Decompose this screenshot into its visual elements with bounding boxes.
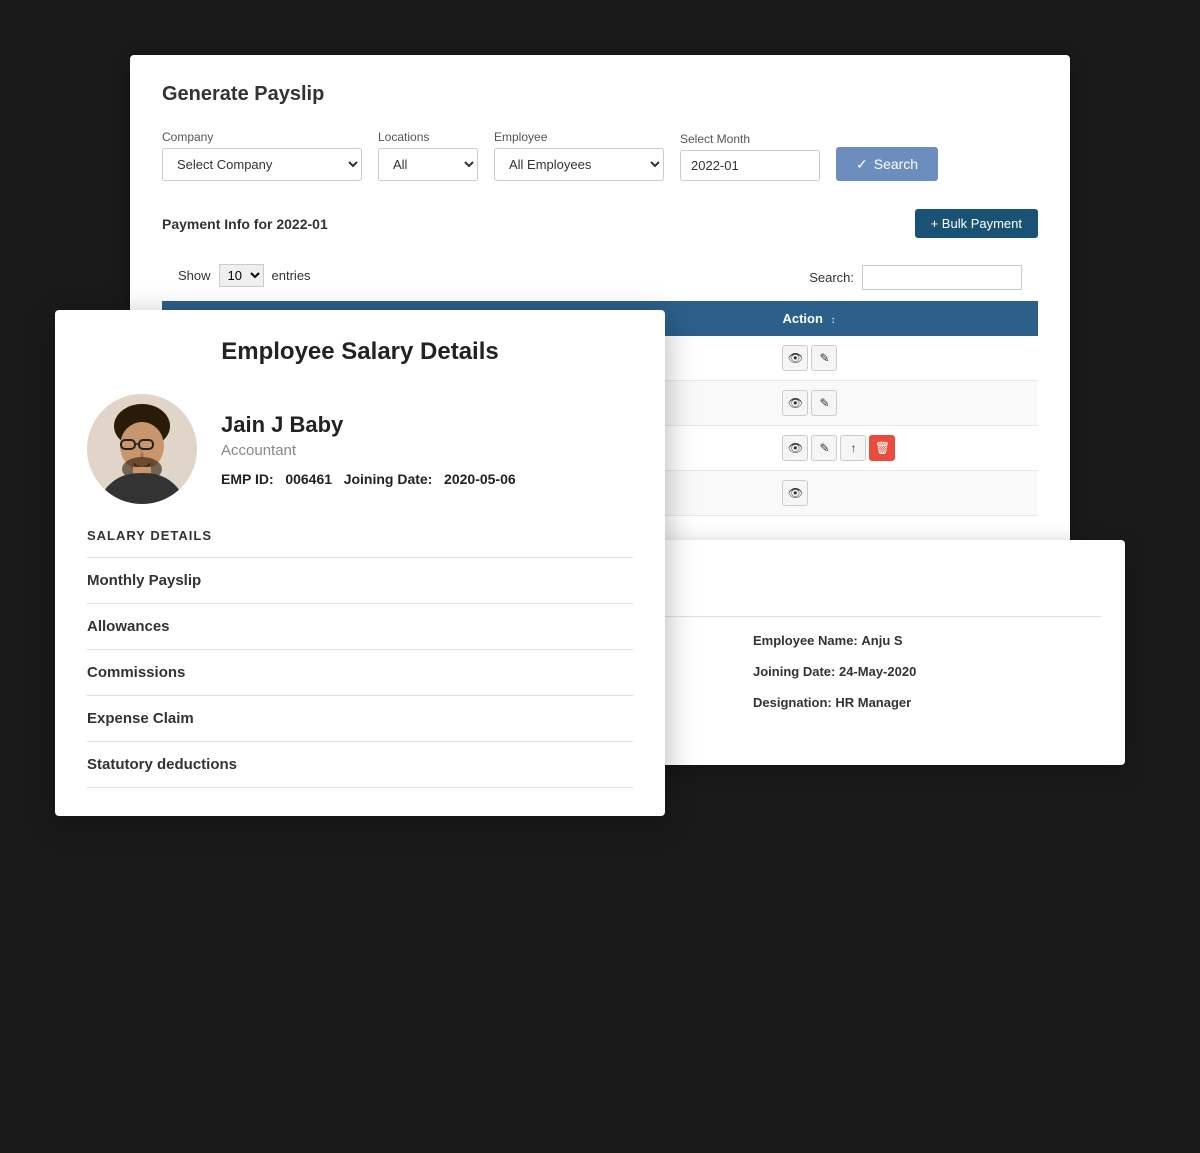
list-item-monthly[interactable]: Monthly Payslip xyxy=(87,558,633,604)
payment-info-text: Payment Info for 2022-01 xyxy=(162,216,328,232)
employee-filter-group: Employee All Employees xyxy=(494,130,664,181)
salary-details-panel: Employee Salary Details xyxy=(55,310,665,816)
employee-profile: Jain J Baby Accountant EMP ID: 006461 Jo… xyxy=(87,394,633,504)
edit-button[interactable]: ✎ xyxy=(811,435,837,461)
edit-button[interactable]: ✎ xyxy=(811,390,837,416)
avatar-svg xyxy=(87,394,197,504)
action-buttons: 👁 ✎ xyxy=(782,345,1026,371)
list-item-commissions[interactable]: Commissions xyxy=(87,650,633,696)
company-filter-group: Company Select Company xyxy=(162,130,362,181)
company-label: Company xyxy=(162,130,362,144)
salary-panel-title: Employee Salary Details xyxy=(87,338,633,366)
action-buttons: 👁 xyxy=(782,480,1026,506)
view-button[interactable]: 👁 xyxy=(782,435,808,461)
employee-name-field: Employee Name: Anju S xyxy=(753,629,1101,652)
bulk-payment-button[interactable]: + Bulk Payment xyxy=(915,209,1038,238)
month-filter-group: Select Month 2022-01 xyxy=(680,132,820,181)
table-search-row: Search: xyxy=(809,265,1022,290)
month-label: Select Month xyxy=(680,132,820,146)
list-item-expense[interactable]: Expense Claim xyxy=(87,696,633,742)
edit-button[interactable]: ✎ xyxy=(811,345,837,371)
view-button[interactable]: 👁 xyxy=(782,345,808,371)
action-buttons: 👁 ✎ ↑ 🗑 xyxy=(782,435,1026,461)
search-checkmark-icon: ✓ xyxy=(856,156,868,173)
salary-section-title: SALARY DETAILS xyxy=(87,528,633,543)
employee-info: Jain J Baby Accountant EMP ID: 006461 Jo… xyxy=(221,412,516,487)
show-entries-row: Show 10 entries xyxy=(178,264,311,287)
designation-field: Designation: HR Manager xyxy=(753,691,1101,714)
view-button[interactable]: 👁 xyxy=(782,390,808,416)
location-label: Locations xyxy=(378,130,478,144)
avatar xyxy=(87,394,197,504)
table-controls: Show 10 entries Search: xyxy=(162,254,1038,301)
month-input[interactable]: 2022-01 xyxy=(680,150,820,181)
employee-label: Employee xyxy=(494,130,664,144)
employee-role: Accountant xyxy=(221,442,516,459)
cell-action: 👁 ✎ xyxy=(770,381,1038,426)
view-button[interactable]: 👁 xyxy=(782,480,808,506)
table-search-input[interactable] xyxy=(862,265,1022,290)
payment-info-row: Payment Info for 2022-01 + Bulk Payment xyxy=(162,209,1038,238)
employee-name: Jain J Baby xyxy=(221,412,516,438)
action-buttons: 👁 ✎ xyxy=(782,390,1026,416)
cell-action: 👁 ✎ xyxy=(770,336,1038,381)
cell-action: 👁 ✎ ↑ 🗑 xyxy=(770,426,1038,471)
cell-action: 👁 xyxy=(770,471,1038,516)
employee-select[interactable]: All Employees xyxy=(494,148,664,181)
list-item-allowances[interactable]: Allowances xyxy=(87,604,633,650)
company-select[interactable]: Select Company xyxy=(162,148,362,181)
filter-row: Company Select Company Locations All Emp… xyxy=(162,130,1038,181)
upload-button[interactable]: ↑ xyxy=(840,435,866,461)
page-title: Generate Payslip xyxy=(162,83,1038,106)
location-filter-group: Locations All xyxy=(378,130,478,181)
col-action: Action ↕ xyxy=(770,301,1038,336)
location-select[interactable]: All xyxy=(378,148,478,181)
delete-button[interactable]: 🗑 xyxy=(869,435,895,461)
joining-date-field: Joining Date: 24-May-2020 xyxy=(753,660,1101,683)
employee-meta: EMP ID: 006461 Joining Date: 2020-05-06 xyxy=(221,471,516,487)
search-button[interactable]: ✓ Search xyxy=(836,147,938,181)
salary-items-list: Monthly Payslip Allowances Commissions E… xyxy=(87,557,633,788)
list-item-statutory[interactable]: Statutory deductions xyxy=(87,742,633,788)
sort-icon: ↕ xyxy=(831,315,836,326)
entries-select[interactable]: 10 xyxy=(219,264,264,287)
